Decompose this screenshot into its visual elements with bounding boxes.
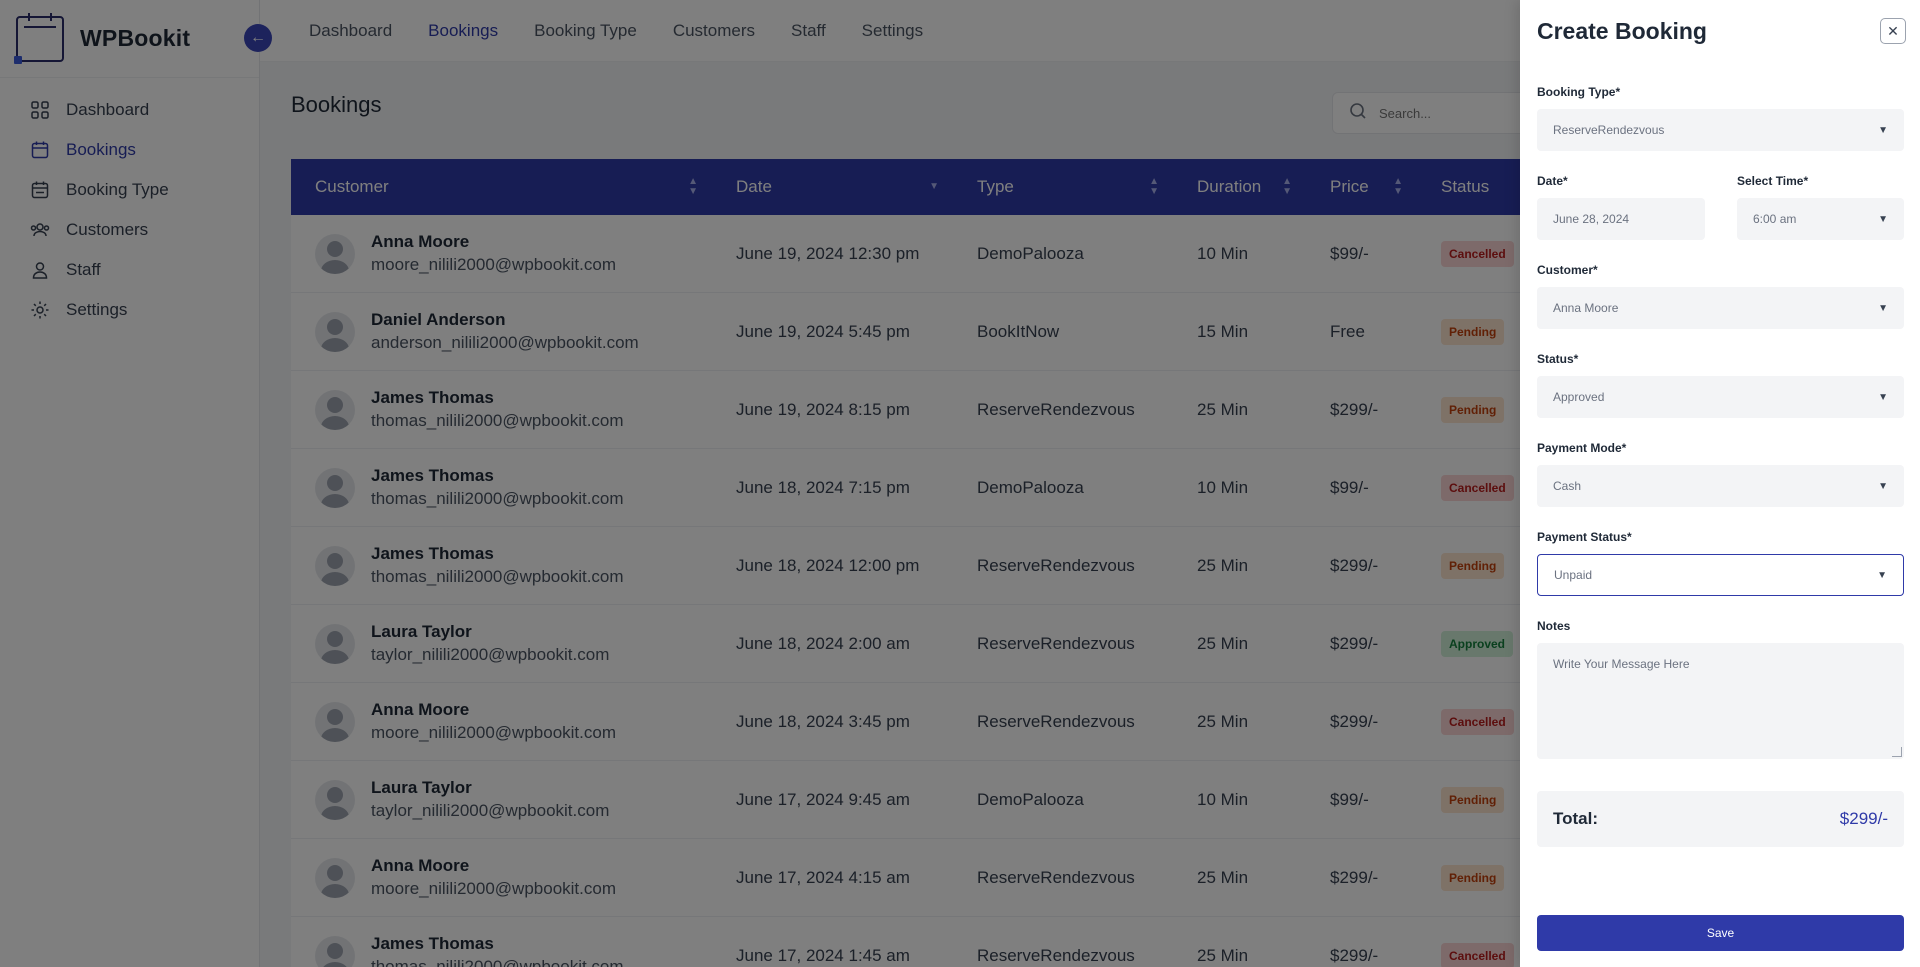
time-label: Select Time* xyxy=(1737,174,1809,188)
save-button[interactable]: Save xyxy=(1537,915,1904,951)
payment-status-select[interactable]: Unpaid ▼ xyxy=(1537,554,1904,596)
close-icon: ✕ xyxy=(1887,22,1899,39)
date-label: Date* xyxy=(1537,174,1568,188)
total-label: Total: xyxy=(1553,809,1599,828)
select-value: ReserveRendezvous xyxy=(1553,123,1665,137)
caret-down-icon: ▼ xyxy=(1878,302,1888,314)
customer-label: Customer* xyxy=(1537,263,1598,277)
status-label: Status* xyxy=(1537,352,1579,366)
time-select[interactable]: 6:00 am ▼ xyxy=(1737,198,1904,240)
notes-placeholder: Write Your Message Here xyxy=(1553,657,1690,671)
payment-mode-label: Payment Mode* xyxy=(1537,441,1627,455)
total-summary: Total: $299/- xyxy=(1537,791,1904,847)
select-value: Anna Moore xyxy=(1553,301,1619,315)
payment-mode-select[interactable]: Cash ▼ xyxy=(1537,465,1904,507)
notes-label: Notes xyxy=(1537,619,1571,633)
date-value: June 28, 2024 xyxy=(1553,212,1630,226)
select-value: Unpaid xyxy=(1554,568,1593,582)
payment-status-label: Payment Status* xyxy=(1537,530,1632,544)
select-value: Cash xyxy=(1553,479,1582,493)
close-button[interactable]: ✕ xyxy=(1880,18,1906,44)
create-booking-drawer: Create Booking ✕ Booking Type* ReserveRe… xyxy=(1520,0,1920,967)
date-field[interactable]: June 28, 2024 xyxy=(1537,198,1705,240)
caret-down-icon: ▼ xyxy=(1877,569,1887,581)
status-select[interactable]: Approved ▼ xyxy=(1537,376,1904,418)
select-value: 6:00 am xyxy=(1753,212,1797,226)
booking-type-label: Booking Type* xyxy=(1537,85,1621,99)
total-value: $299/- xyxy=(1839,809,1888,828)
caret-down-icon: ▼ xyxy=(1878,480,1888,492)
customer-select[interactable]: Anna Moore ▼ xyxy=(1537,287,1904,329)
booking-type-select[interactable]: ReserveRendezvous ▼ xyxy=(1537,109,1904,151)
select-value: Approved xyxy=(1553,390,1605,404)
resize-handle-icon[interactable] xyxy=(1892,747,1902,757)
drawer-title: Create Booking xyxy=(1537,18,1707,44)
notes-textarea[interactable]: Write Your Message Here xyxy=(1537,643,1904,759)
caret-down-icon: ▼ xyxy=(1878,213,1888,225)
modal-overlay[interactable] xyxy=(0,0,1520,967)
caret-down-icon: ▼ xyxy=(1878,124,1888,136)
caret-down-icon: ▼ xyxy=(1878,391,1888,403)
